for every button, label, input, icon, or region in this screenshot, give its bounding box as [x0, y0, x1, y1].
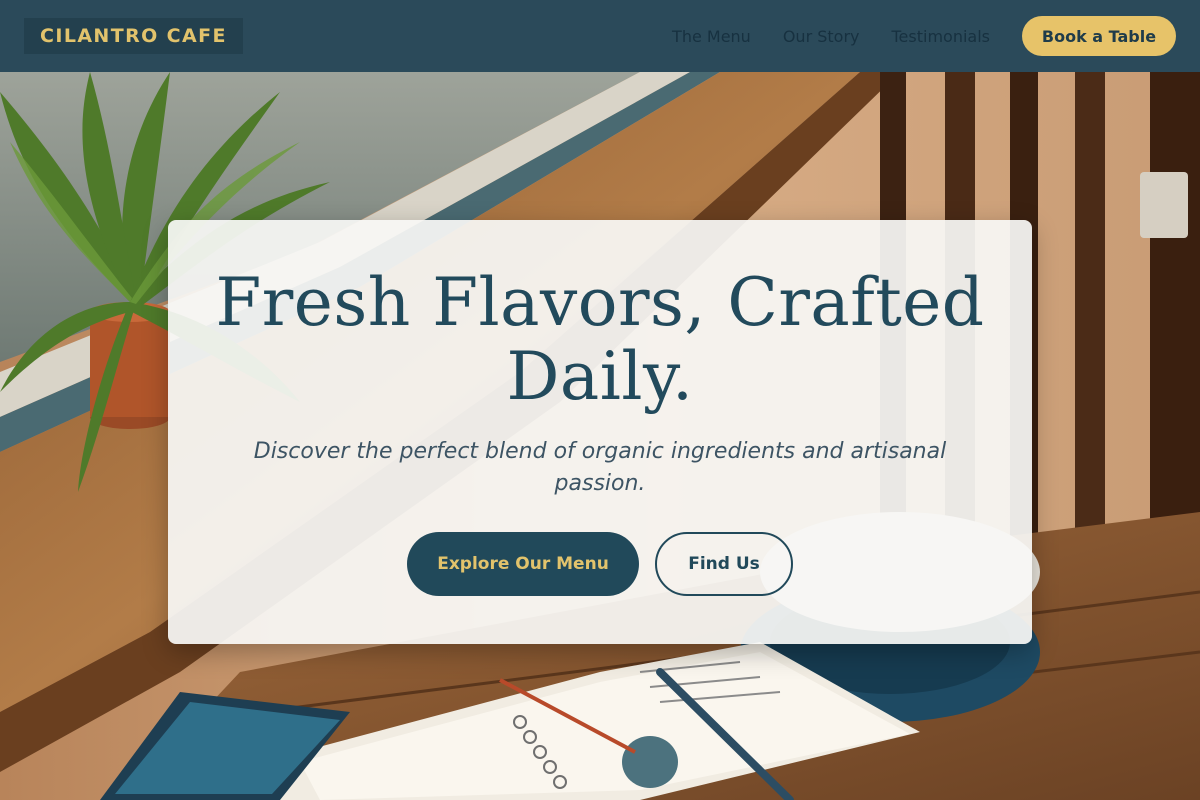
nav-link-menu[interactable]: The Menu [672, 27, 751, 46]
find-us-button[interactable]: Find Us [655, 532, 793, 596]
nav-links: The Menu Our Story Testimonials [672, 0, 990, 72]
landing-page: CILANTRO CAFE The Menu Our Story Testimo… [0, 0, 1200, 800]
nav-link-testimonials[interactable]: Testimonials [892, 27, 991, 46]
top-navbar: CILANTRO CAFE The Menu Our Story Testimo… [0, 0, 1200, 72]
hero-title: Fresh Flavors, Crafted Daily. [215, 264, 985, 415]
hero-subtitle: Discover the perfect blend of organic in… [253, 439, 947, 496]
brand-logo[interactable]: CILANTRO CAFE [24, 18, 243, 54]
hero-card: Fresh Flavors, Crafted Daily. Discover t… [168, 220, 1032, 644]
nav-link-our-story[interactable]: Our Story [783, 27, 860, 46]
explore-menu-button[interactable]: Explore Our Menu [407, 532, 639, 596]
book-a-table-button[interactable]: Book a Table [1022, 16, 1176, 56]
